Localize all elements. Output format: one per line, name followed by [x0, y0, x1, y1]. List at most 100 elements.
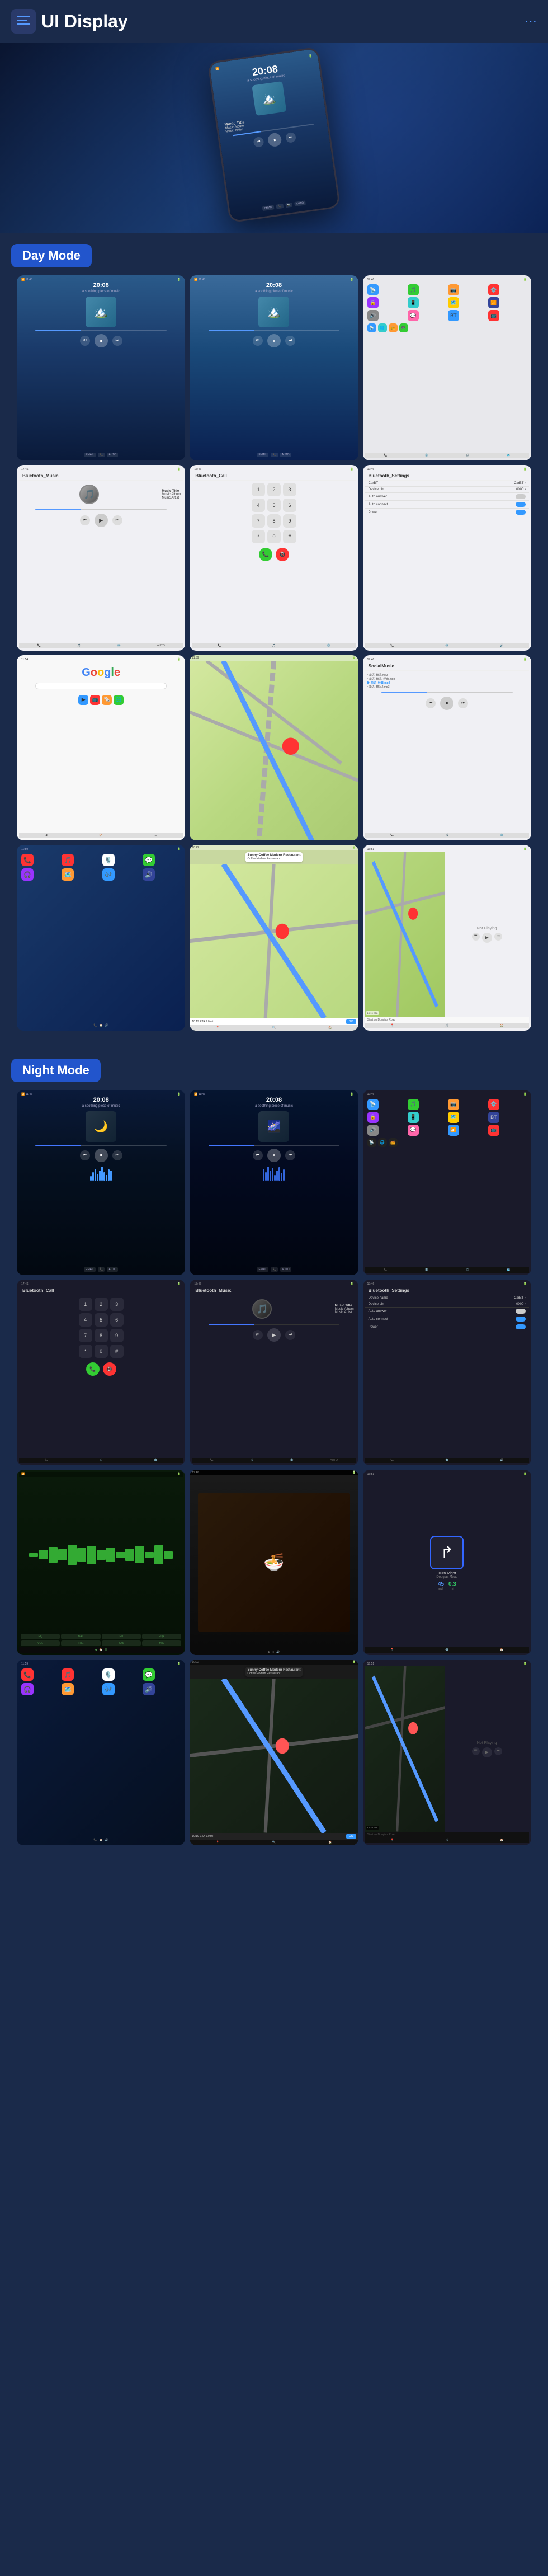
nsi-8[interactable]: BT: [488, 1112, 499, 1123]
cp-spotify[interactable]: 🎶: [102, 868, 115, 881]
ngb-4[interactable]: EQ+: [142, 1634, 181, 1639]
play-btn[interactable]: ⏸: [267, 132, 282, 147]
ndial-5[interactable]: 5: [95, 1313, 108, 1327]
dial-star[interactable]: *: [252, 530, 265, 543]
ndial-1[interactable]: 1: [79, 1298, 92, 1311]
ncp-spotify[interactable]: 🎶: [102, 1683, 115, 1695]
night-auto-connect-toggle[interactable]: [516, 1317, 526, 1322]
dial-9[interactable]: 9: [283, 514, 296, 528]
d2-play[interactable]: ⏸: [267, 334, 281, 347]
gs-2[interactable]: 📺: [90, 695, 100, 705]
dial-1[interactable]: 1: [252, 483, 265, 496]
dial-2[interactable]: 2: [267, 483, 281, 496]
social-next[interactable]: ⏭: [458, 698, 468, 708]
ndial-star[interactable]: *: [79, 1345, 92, 1358]
night-auto-answer-toggle[interactable]: [516, 1309, 526, 1314]
si-8[interactable]: 📶: [488, 297, 499, 308]
cp-phone[interactable]: 📞: [21, 854, 34, 866]
dial-5[interactable]: 5: [267, 499, 281, 512]
cp-siri[interactable]: 🔊: [143, 868, 155, 881]
ncp-messages[interactable]: 💬: [143, 1668, 155, 1681]
nm1-prev[interactable]: ⏮: [80, 1150, 90, 1160]
si-1[interactable]: 📡: [367, 284, 379, 295]
night-nav-go-btn[interactable]: GO: [346, 1834, 356, 1839]
nsi-13[interactable]: 📡: [367, 1138, 376, 1147]
ngb-8[interactable]: MID: [142, 1640, 181, 1646]
nsi-15[interactable]: 📻: [389, 1138, 398, 1147]
cp-music[interactable]: 🎵: [62, 854, 74, 866]
power-toggle[interactable]: [516, 510, 526, 515]
nsi-2[interactable]: 🎵: [408, 1099, 419, 1110]
si-6[interactable]: 📱: [408, 297, 419, 308]
si-15[interactable]: 📻: [389, 323, 398, 332]
ngb-5[interactable]: VOL: [21, 1640, 60, 1646]
night-power-toggle[interactable]: [516, 1324, 526, 1329]
dial-0[interactable]: 0: [267, 530, 281, 543]
si-4[interactable]: ⚙️: [488, 284, 499, 295]
si-14[interactable]: 🌐: [378, 323, 387, 332]
nsi-4[interactable]: ⚙️: [488, 1099, 499, 1110]
si-10[interactable]: 💬: [408, 310, 419, 321]
nm2-next[interactable]: ⏭: [285, 1150, 295, 1160]
nm1-next[interactable]: ⏭: [112, 1150, 122, 1160]
auto-connect-toggle[interactable]: [516, 502, 526, 507]
dial-6[interactable]: 6: [283, 499, 296, 512]
cp-podcast2[interactable]: 🎧: [21, 868, 34, 881]
nsi-11[interactable]: 📶: [448, 1125, 459, 1136]
ncall-accept[interactable]: 📞: [86, 1362, 100, 1376]
social-prev[interactable]: ⏮: [426, 698, 436, 708]
nnp-prev[interactable]: ⏮: [472, 1747, 480, 1755]
nsi-9[interactable]: 🔊: [367, 1125, 379, 1136]
nsi-1[interactable]: 📡: [367, 1099, 379, 1110]
ngb-6[interactable]: TRE: [61, 1640, 100, 1646]
d2-prev[interactable]: ⏮: [253, 336, 263, 346]
nsi-7[interactable]: 🗺️: [448, 1112, 459, 1123]
nnp-play[interactable]: ▶: [482, 1747, 492, 1757]
ngb-3[interactable]: FD: [102, 1634, 141, 1639]
ncp-phone[interactable]: 📞: [21, 1668, 34, 1681]
ncp-siri[interactable]: 🔊: [143, 1683, 155, 1695]
gs-1[interactable]: ▶: [78, 695, 88, 705]
call-accept[interactable]: 📞: [259, 548, 272, 561]
nsi-6[interactable]: 📱: [408, 1112, 419, 1123]
d2-next[interactable]: ⏭: [285, 336, 295, 346]
call-decline[interactable]: 📵: [276, 548, 289, 561]
d1-play[interactable]: ⏸: [95, 334, 108, 347]
dial-3[interactable]: 3: [283, 483, 296, 496]
nsi-14[interactable]: 🌐: [378, 1138, 387, 1147]
si-2[interactable]: 🎵: [408, 284, 419, 295]
nm1-play[interactable]: ⏸: [95, 1149, 108, 1162]
google-search-bar[interactable]: [35, 683, 167, 689]
ncall-decline[interactable]: 📵: [103, 1362, 116, 1376]
ncp-podcast[interactable]: 🎙️: [102, 1668, 115, 1681]
dial-7[interactable]: 7: [252, 514, 265, 528]
gs-3[interactable]: 🗞️: [102, 695, 112, 705]
gs-4[interactable]: 🌐: [114, 695, 124, 705]
nm2-prev[interactable]: ⏮: [253, 1150, 263, 1160]
bt-next[interactable]: ⏭: [112, 515, 122, 525]
ndial-6[interactable]: 6: [110, 1313, 124, 1327]
nnp-next[interactable]: ⏭: [494, 1747, 502, 1755]
ndial-hash[interactable]: #: [110, 1345, 124, 1358]
si-3[interactable]: 📷: [448, 284, 459, 295]
ndial-0[interactable]: 0: [95, 1345, 108, 1358]
np-prev[interactable]: ⏮: [472, 933, 480, 941]
ncp-maps[interactable]: 🗺️: [62, 1683, 74, 1695]
ngb-2[interactable]: BAL: [61, 1634, 100, 1639]
dial-8[interactable]: 8: [267, 514, 281, 528]
cp-podcast[interactable]: 🎙️: [102, 854, 115, 866]
auto-answer-toggle[interactable]: [516, 494, 526, 499]
ncp-music[interactable]: 🎵: [62, 1668, 74, 1681]
nsi-12[interactable]: 📺: [488, 1125, 499, 1136]
night-bt-next[interactable]: ⏭: [285, 1330, 295, 1340]
prev-btn[interactable]: ⏮: [253, 137, 264, 148]
ngb-7[interactable]: BAS: [102, 1640, 141, 1646]
ndial-7[interactable]: 7: [79, 1329, 92, 1342]
nsi-5[interactable]: 🔒: [367, 1112, 379, 1123]
si-9[interactable]: 🔊: [367, 310, 379, 321]
ncp-podcast2[interactable]: 🎧: [21, 1683, 34, 1695]
bt-prev[interactable]: ⏮: [80, 515, 90, 525]
si-7[interactable]: 🗺️: [448, 297, 459, 308]
dial-hash[interactable]: #: [283, 530, 296, 543]
nsi-10[interactable]: 💬: [408, 1125, 419, 1136]
